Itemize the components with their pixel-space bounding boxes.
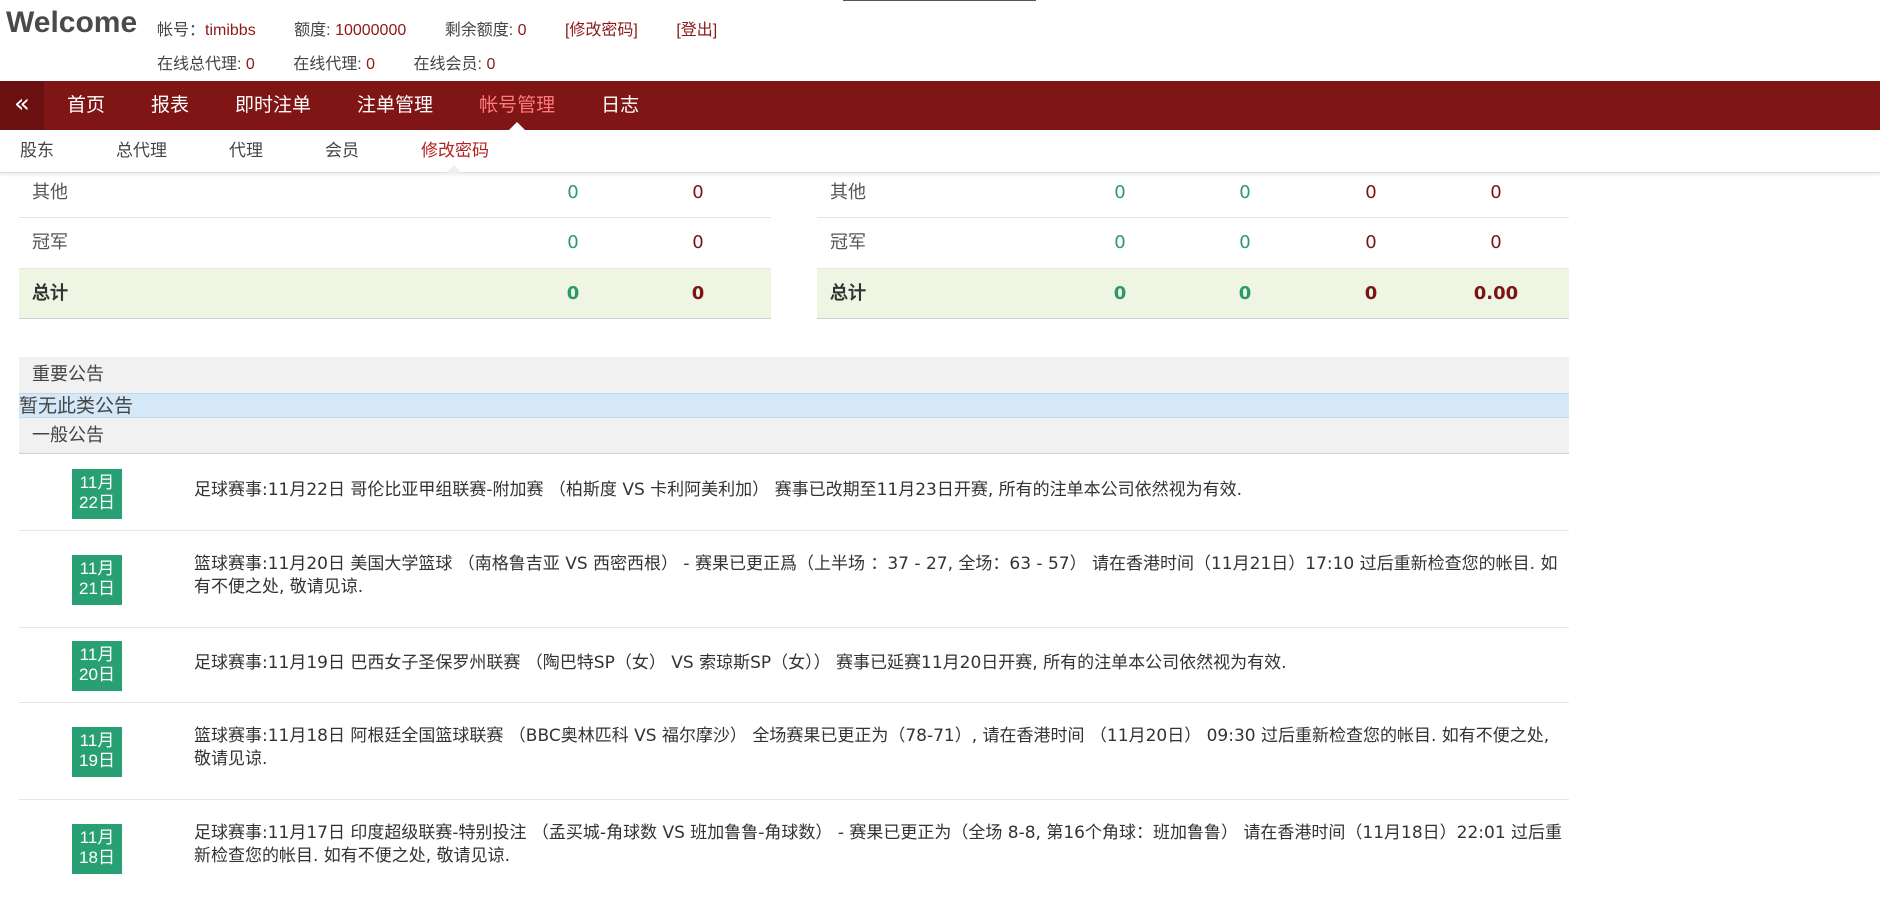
logout-link[interactable]: [登出]	[676, 22, 717, 39]
nav-home[interactable]: 首页	[44, 81, 128, 130]
online-member-value: 0	[486, 56, 496, 73]
remain-field: 剩余额度: 0	[444, 22, 527, 39]
notice-text: 足球赛事:11月17日 印度超级联赛-特别投注 （孟买城-角球数 VS 班加鲁鲁…	[194, 823, 1563, 866]
nav-logs[interactable]: 日志	[578, 81, 662, 130]
cell-value: 0	[692, 232, 704, 253]
cell-value: 0	[1239, 182, 1251, 203]
sub-navbar: 股东 总代理 代理 会员 修改密码	[0, 130, 1880, 173]
table-row: 其他 0 0 0 0	[817, 173, 1569, 218]
quota-field: 额度: 10000000	[294, 22, 407, 39]
account-value: timibbs	[205, 22, 256, 39]
cell-value: 0	[1114, 182, 1126, 203]
cell-value: 0	[1113, 283, 1127, 304]
important-notice-section: 重要公告 暂无此类公告 一般公告	[19, 357, 1569, 454]
subnav-member[interactable]: 会员	[305, 130, 377, 172]
online-agent-value: 0	[366, 56, 376, 73]
important-notice-title: 重要公告	[19, 357, 1569, 393]
summary-table-right: 其他 0 0 0 0 冠军 0 0 0 0 总计 0 0 0 0.00	[817, 173, 1569, 319]
cell-value: 0	[1365, 182, 1377, 203]
cell-value: 0	[1364, 283, 1378, 304]
table-row: 冠军 0 0 0 0	[817, 218, 1569, 269]
cell-value: 0.00	[1473, 283, 1519, 304]
nav-live-bets[interactable]: 即时注单	[212, 81, 334, 130]
account-field: 帐号：timibbs	[157, 22, 256, 39]
online-gen-agent-field: 在线总代理: 0	[157, 56, 255, 73]
notice-text: 篮球赛事:11月20日 美国大学篮球 （南格鲁吉亚 VS 西密西根） - 赛果已…	[194, 554, 1558, 597]
list-item: 11月 19日 篮球赛事:11月18日 阿根廷全国篮球联赛 （BBC奥林匹科 V…	[19, 703, 1569, 800]
nav-reports[interactable]: 报表	[128, 81, 212, 130]
date-badge: 11月 19日	[72, 727, 122, 777]
collapse-sidebar-icon[interactable]: «	[0, 81, 44, 130]
subnav-shareholder[interactable]: 股东	[0, 130, 72, 172]
row-label: 冠军	[32, 232, 68, 253]
top-divider	[843, 0, 1036, 1]
row-label: 其他	[32, 182, 68, 203]
cell-value: 0	[692, 182, 704, 203]
date-badge: 11月 18日	[72, 824, 122, 874]
general-notice-list: 11月 22日 足球赛事:11月22日 哥伦比亚甲组联赛-附加赛 （柏斯度 VS…	[19, 455, 1569, 900]
general-notice-title: 一般公告	[19, 418, 1569, 454]
list-item: 11月 21日 篮球赛事:11月20日 美国大学篮球 （南格鲁吉亚 VS 西密西…	[19, 531, 1569, 628]
cell-value: 0	[567, 182, 579, 203]
main-navbar: « 首页 报表 即时注单 注单管理 帐号管理 日志	[0, 81, 1880, 130]
row-label: 冠军	[830, 232, 866, 253]
subnav-general-agent[interactable]: 总代理	[96, 130, 185, 172]
account-info-row: 帐号：timibbs 额度: 10000000 剩余额度: 0 [修改密码] […	[157, 16, 751, 40]
summary-table-left: 其他 0 0 冠军 0 0 总计 0 0	[19, 173, 771, 319]
cell-value: 0	[1365, 232, 1377, 253]
welcome-title: Welcome	[6, 6, 138, 39]
row-label: 总计	[830, 283, 866, 304]
table-row: 冠军 0 0	[19, 218, 771, 269]
row-label: 其他	[830, 182, 866, 203]
notice-text: 足球赛事:11月19日 巴西女子圣保罗州联赛 （陶巴特SP（女） VS 索琼斯S…	[194, 653, 1287, 673]
cell-value: 0	[1238, 283, 1252, 304]
date-badge: 11月 22日	[72, 469, 122, 519]
list-item: 11月 22日 足球赛事:11月22日 哥伦比亚甲组联赛-附加赛 （柏斯度 VS…	[19, 455, 1569, 531]
date-badge: 11月 20日	[72, 641, 122, 691]
notice-text: 篮球赛事:11月18日 阿根廷全国篮球联赛 （BBC奥林匹科 VS 福尔摩沙） …	[194, 726, 1550, 769]
cell-value: 0	[1239, 232, 1251, 253]
cell-value: 0	[566, 283, 580, 304]
nav-account-management[interactable]: 帐号管理	[456, 81, 578, 130]
cell-value: 0	[1490, 232, 1502, 253]
table-row: 其他 0 0	[19, 173, 771, 218]
table-row-total: 总计 0 0	[19, 269, 771, 319]
online-gen-agent-value: 0	[245, 56, 255, 73]
notice-text: 足球赛事:11月22日 哥伦比亚甲组联赛-附加赛 （柏斯度 VS 卡利阿美利加）…	[194, 480, 1243, 500]
online-agent-field: 在线代理: 0	[293, 56, 376, 73]
cell-value: 0	[1490, 182, 1502, 203]
quota-value: 10000000	[335, 22, 407, 39]
change-password-link[interactable]: [修改密码]	[565, 22, 638, 39]
cell-value: 0	[1114, 232, 1126, 253]
remain-value: 0	[517, 22, 527, 39]
row-label: 总计	[32, 283, 68, 304]
cell-value: 0	[567, 232, 579, 253]
list-item: 11月 18日 足球赛事:11月17日 印度超级联赛-特别投注 （孟买城-角球数…	[19, 800, 1569, 900]
nav-bet-management[interactable]: 注单管理	[334, 81, 456, 130]
list-item: 11月 20日 足球赛事:11月19日 巴西女子圣保罗州联赛 （陶巴特SP（女）…	[19, 628, 1569, 703]
online-member-field: 在线会员: 0	[413, 56, 496, 73]
subnav-change-password[interactable]: 修改密码	[401, 130, 507, 173]
important-notice-empty: 暂无此类公告	[19, 393, 1569, 418]
table-row-total: 总计 0 0 0 0.00	[817, 269, 1569, 319]
online-info-row: 在线总代理: 0 在线代理: 0 在线会员: 0	[157, 50, 529, 74]
subnav-agent[interactable]: 代理	[209, 130, 281, 172]
date-badge: 11月 21日	[72, 555, 122, 605]
cell-value: 0	[691, 283, 705, 304]
